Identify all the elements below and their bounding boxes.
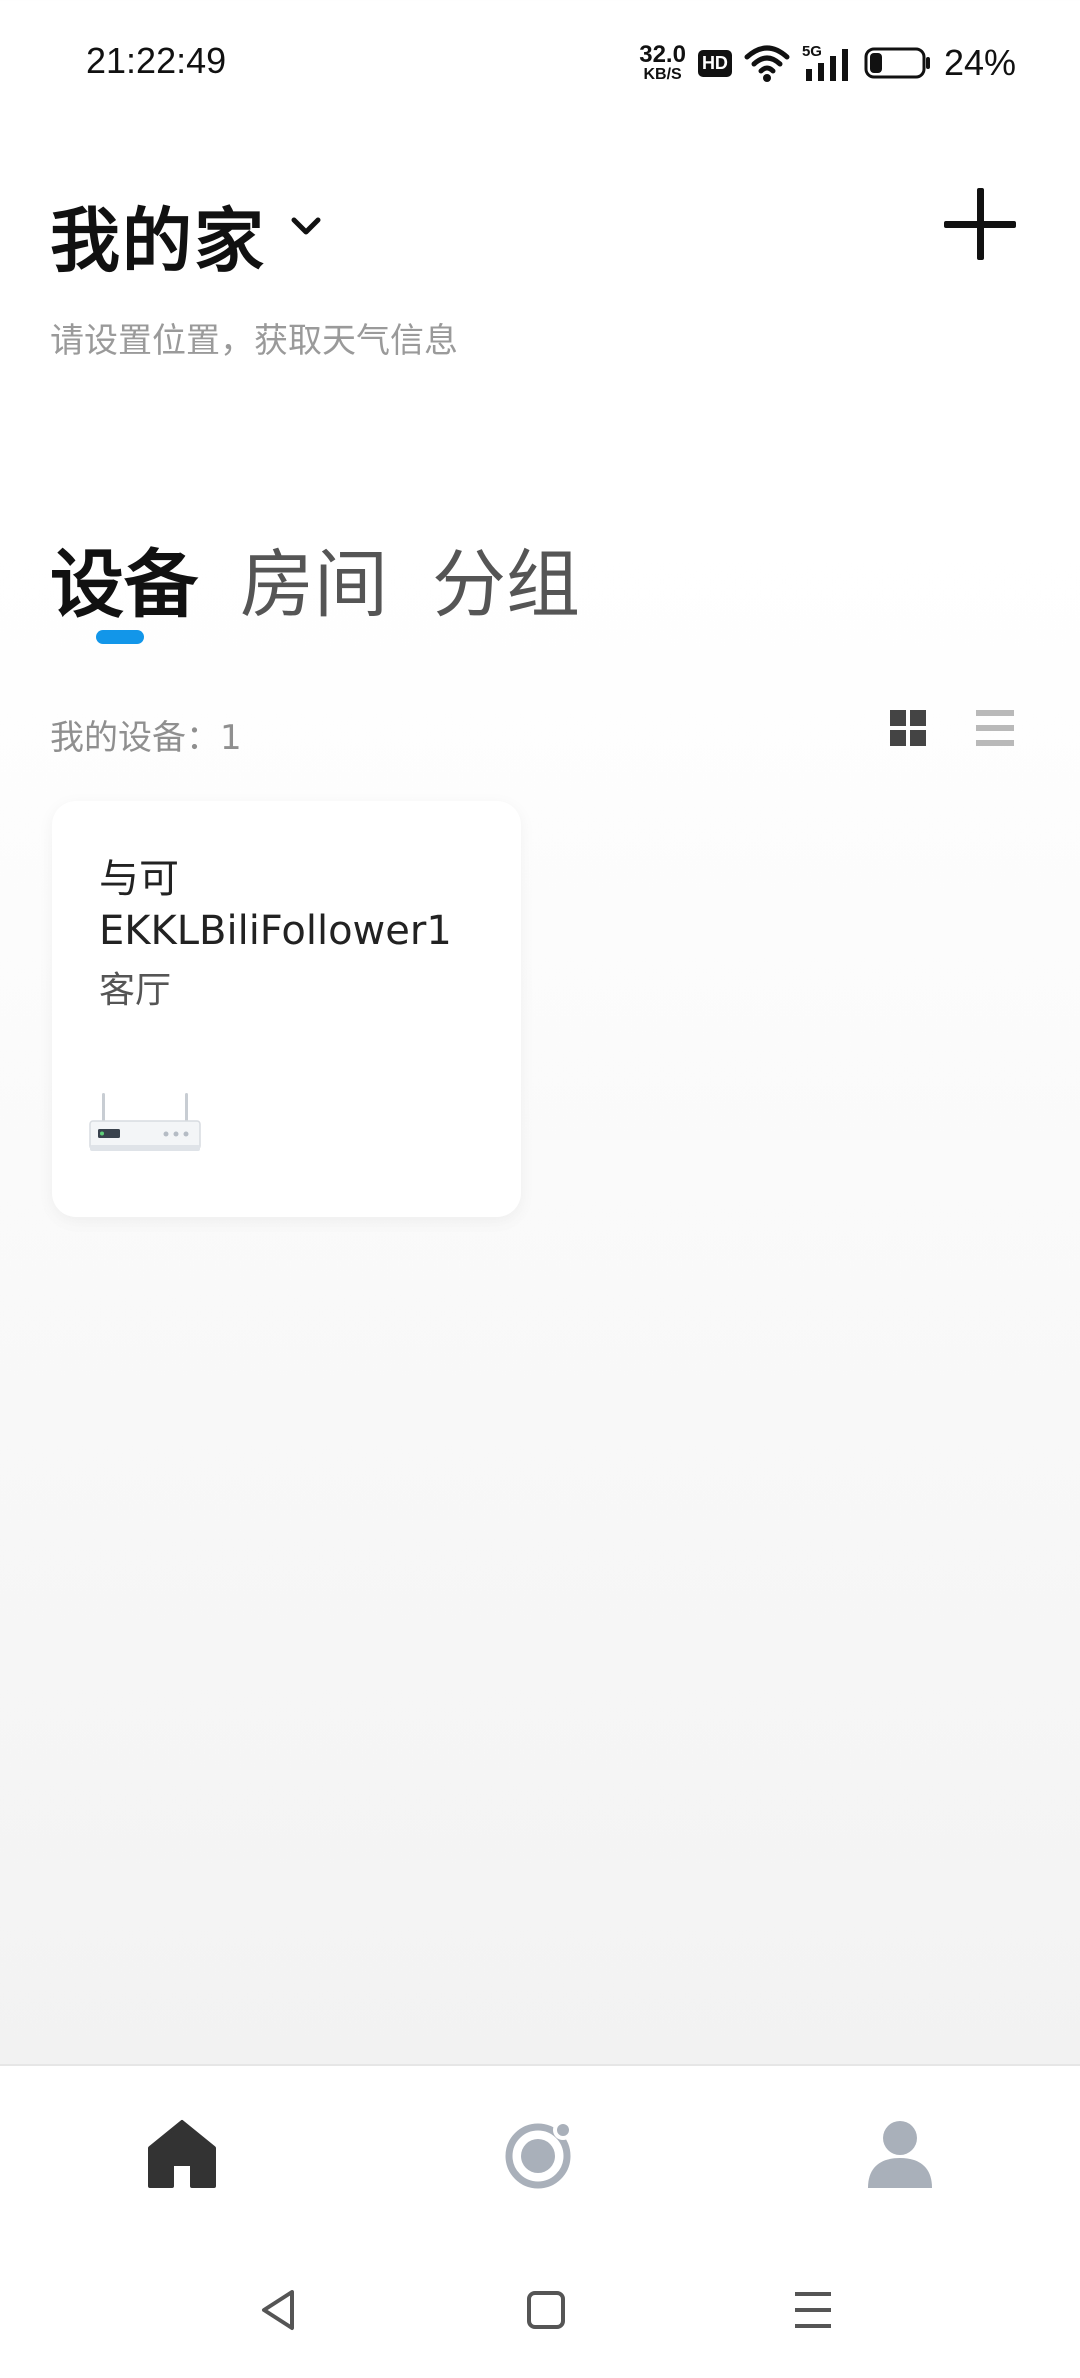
home-button-icon[interactable] [518,2282,574,2338]
tab-devices[interactable]: 设备 [50,525,198,632]
list-view-icon[interactable] [976,710,1014,746]
add-button[interactable] [944,188,1016,260]
profile-icon[interactable] [860,2114,940,2194]
network-speed: 32.0 KB/S [639,43,686,83]
home-selector[interactable]: 我的家 [50,185,266,286]
network-speed-unit: KB/S [643,66,682,83]
scene-icon[interactable] [500,2114,580,2194]
battery-percentage: 24% [943,42,1016,83]
chevron-down-icon[interactable] [288,208,324,244]
grid-view-icon[interactable] [890,710,926,746]
network-speed-value: 32.0 [639,41,686,68]
tab-indicator [96,630,144,644]
cell-signal: 5G [802,43,852,83]
wifi-icon [744,45,790,82]
battery-icon [864,47,930,79]
status-time: 21:22:49 [86,40,227,81]
device-room: 客厅 [99,970,172,1011]
device-card[interactable]: 与可EKKLBiliFollower1 客厅 [52,801,521,1217]
tab-groups[interactable]: 分组 [432,525,580,632]
signal-bars-icon [805,49,848,81]
hd-icon: HD [697,49,732,77]
back-icon[interactable] [252,2282,308,2338]
device-name: 与可EKKLBiliFollower1 [99,856,452,954]
status-icons: 32.0 KB/S HD 5G 24% [639,38,1016,88]
weather-hint[interactable]: 请设置位置，获取天气信息 [50,313,458,362]
router-icon [89,1093,201,1151]
device-count-label: 我的设备：1 [50,718,242,758]
tab-rooms[interactable]: 房间 [240,525,388,632]
home-icon[interactable] [142,2114,222,2194]
recent-apps-icon[interactable] [785,2282,841,2338]
